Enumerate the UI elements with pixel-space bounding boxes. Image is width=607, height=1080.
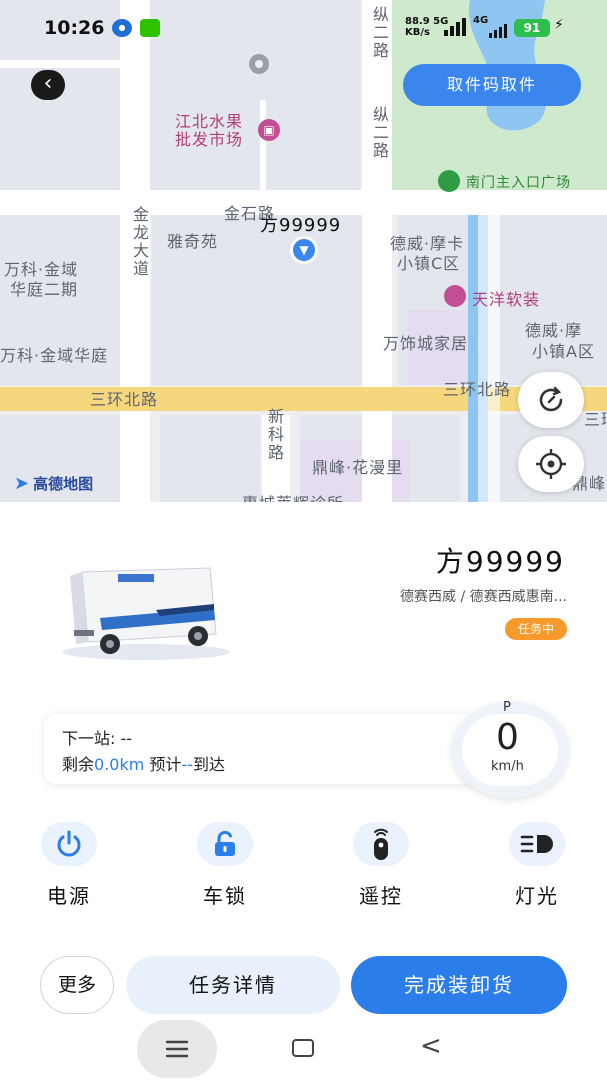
app-notification-icon: ● <box>112 19 132 37</box>
vehicle-plate: 方99999 <box>435 545 565 578</box>
system-nav-bar: < <box>0 1018 607 1080</box>
map-label: 万科·金域华庭 <box>0 346 109 365</box>
eta-label: 预计 <box>144 755 182 774</box>
map-label: 小镇C区 <box>397 254 461 273</box>
network-speed-unit: KB/s <box>405 27 430 38</box>
wechat-icon <box>140 19 160 37</box>
power-button[interactable] <box>41 822 97 866</box>
map-label: 小镇A区 <box>532 342 595 361</box>
map-label: 三环北路 <box>443 380 512 399</box>
task-detail-button[interactable]: 任务详情 <box>126 956 340 1014</box>
status-badge: 任务中 <box>504 618 567 640</box>
light-button[interactable] <box>509 822 565 866</box>
map-label: 新科路 <box>265 408 284 462</box>
map-label: 三环 <box>584 410 607 429</box>
gear-indicator: P <box>503 700 511 715</box>
power-control[interactable]: 电源 <box>29 822 109 909</box>
remote-button[interactable] <box>353 822 409 866</box>
chevron-left-icon: < <box>420 1031 442 1061</box>
vehicle-marker-icon[interactable]: ▼ <box>290 236 318 264</box>
signal-icon <box>444 18 466 36</box>
remaining-info: 剩余0.0km 预计--到达 <box>62 751 225 775</box>
remaining-label: 剩余 <box>62 755 95 774</box>
recent-apps-button[interactable] <box>137 1020 217 1078</box>
map-label: 鼎峰·花漫里 <box>312 458 404 477</box>
status-bar: 10:26 ● 88.9 5G KB/s 4G 91 ⚡ <box>0 0 607 56</box>
lock-label: 车锁 <box>203 884 247 908</box>
chevron-left-icon: ‹ <box>43 71 53 96</box>
eta-suffix: 到达 <box>192 755 225 774</box>
light-label: 灯光 <box>515 884 559 908</box>
amap-logo: ➤ 高德地图 <box>14 473 93 494</box>
rotate-map-button[interactable] <box>518 372 584 428</box>
shop-pin-icon[interactable] <box>444 285 466 307</box>
finish-loading-button[interactable]: 完成装卸货 <box>351 956 567 1014</box>
more-button[interactable]: 更多 <box>40 956 114 1014</box>
back-button[interactable]: ‹ <box>31 70 65 100</box>
lock-control[interactable]: 车锁 <box>185 822 265 909</box>
system-back-button[interactable]: < <box>420 1031 442 1061</box>
map-label: 惠城莱辉诊所 <box>242 490 344 502</box>
home-button[interactable] <box>292 1039 314 1057</box>
signal-icon <box>489 24 507 38</box>
menu-icon <box>165 1040 189 1058</box>
next-stop-label: 下一站: <box>62 729 121 748</box>
app-root: 纵二路 纵二路 江北水果 批发市场 ▣ 南门主入口广场 金石路 金龙大道 雅奇苑… <box>0 0 607 1080</box>
remote-control[interactable]: 遥控 <box>341 822 421 909</box>
light-control[interactable]: 灯光 <box>497 822 577 909</box>
network-type: 4G <box>473 15 489 26</box>
remaining-distance: 0.0km <box>94 755 145 774</box>
park-pin-icon[interactable] <box>438 170 460 192</box>
lock-button[interactable] <box>197 822 253 866</box>
map-label: 万饰城家居 <box>383 334 469 353</box>
map-view[interactable]: 纵二路 纵二路 江北水果 批发市场 ▣ 南门主入口广场 金石路 金龙大道 雅奇苑… <box>0 0 607 502</box>
crosshair-icon <box>536 449 566 479</box>
clock: 10:26 <box>44 17 105 39</box>
charging-icon: ⚡ <box>554 17 564 33</box>
map-poi-label[interactable]: 天洋软装 <box>472 286 540 310</box>
network-speed: 88.9 5G KB/s <box>405 16 448 38</box>
pickup-code-button[interactable]: 取件码取件 <box>403 64 581 106</box>
map-poi-label[interactable]: 批发市场 <box>175 126 243 150</box>
network-speed-value: 88.9 5G <box>405 16 449 27</box>
speed-unit: km/h <box>491 759 524 774</box>
map-label: 雅奇苑 <box>167 232 219 251</box>
map-label: 金龙大道 <box>130 206 149 278</box>
unlock-icon <box>215 830 235 856</box>
amap-logo-text: 高德地图 <box>33 475 94 493</box>
headlight-icon <box>520 835 553 853</box>
shop-pin-icon[interactable]: ▣ <box>258 119 280 141</box>
truck-image <box>62 567 230 660</box>
next-stop: 下一站: -- <box>62 725 132 749</box>
map-label: 三环北路 <box>90 390 159 409</box>
remote-label: 遥控 <box>359 884 403 908</box>
vehicle-marker-label: 方99999 <box>260 215 342 236</box>
vehicle-route: 德赛西威 / 德赛西威惠南... <box>400 589 567 605</box>
power-label: 电源 <box>47 884 91 908</box>
map-label: 纵二路 <box>370 106 389 160</box>
next-stop-card: 下一站: -- 剩余0.0km 预计--到达 <box>44 714 474 784</box>
speed-value: 0 <box>496 717 519 758</box>
vehicle-panel: 方99999 德赛西威 / 德赛西威惠南... 任务中 下一站: -- 剩余0.… <box>0 502 607 1080</box>
locate-button[interactable] <box>518 436 584 492</box>
power-icon <box>57 830 81 857</box>
refresh-icon <box>539 386 563 412</box>
next-stop-value: -- <box>120 729 133 748</box>
map-label: 华庭二期 <box>10 280 79 299</box>
eta-value: -- <box>181 755 193 774</box>
amap-arrow-icon: ➤ <box>14 473 30 494</box>
battery-level: 91 <box>514 19 550 37</box>
remote-icon <box>374 828 388 860</box>
map-poi-label[interactable]: 南门主入口广场 <box>466 172 571 192</box>
